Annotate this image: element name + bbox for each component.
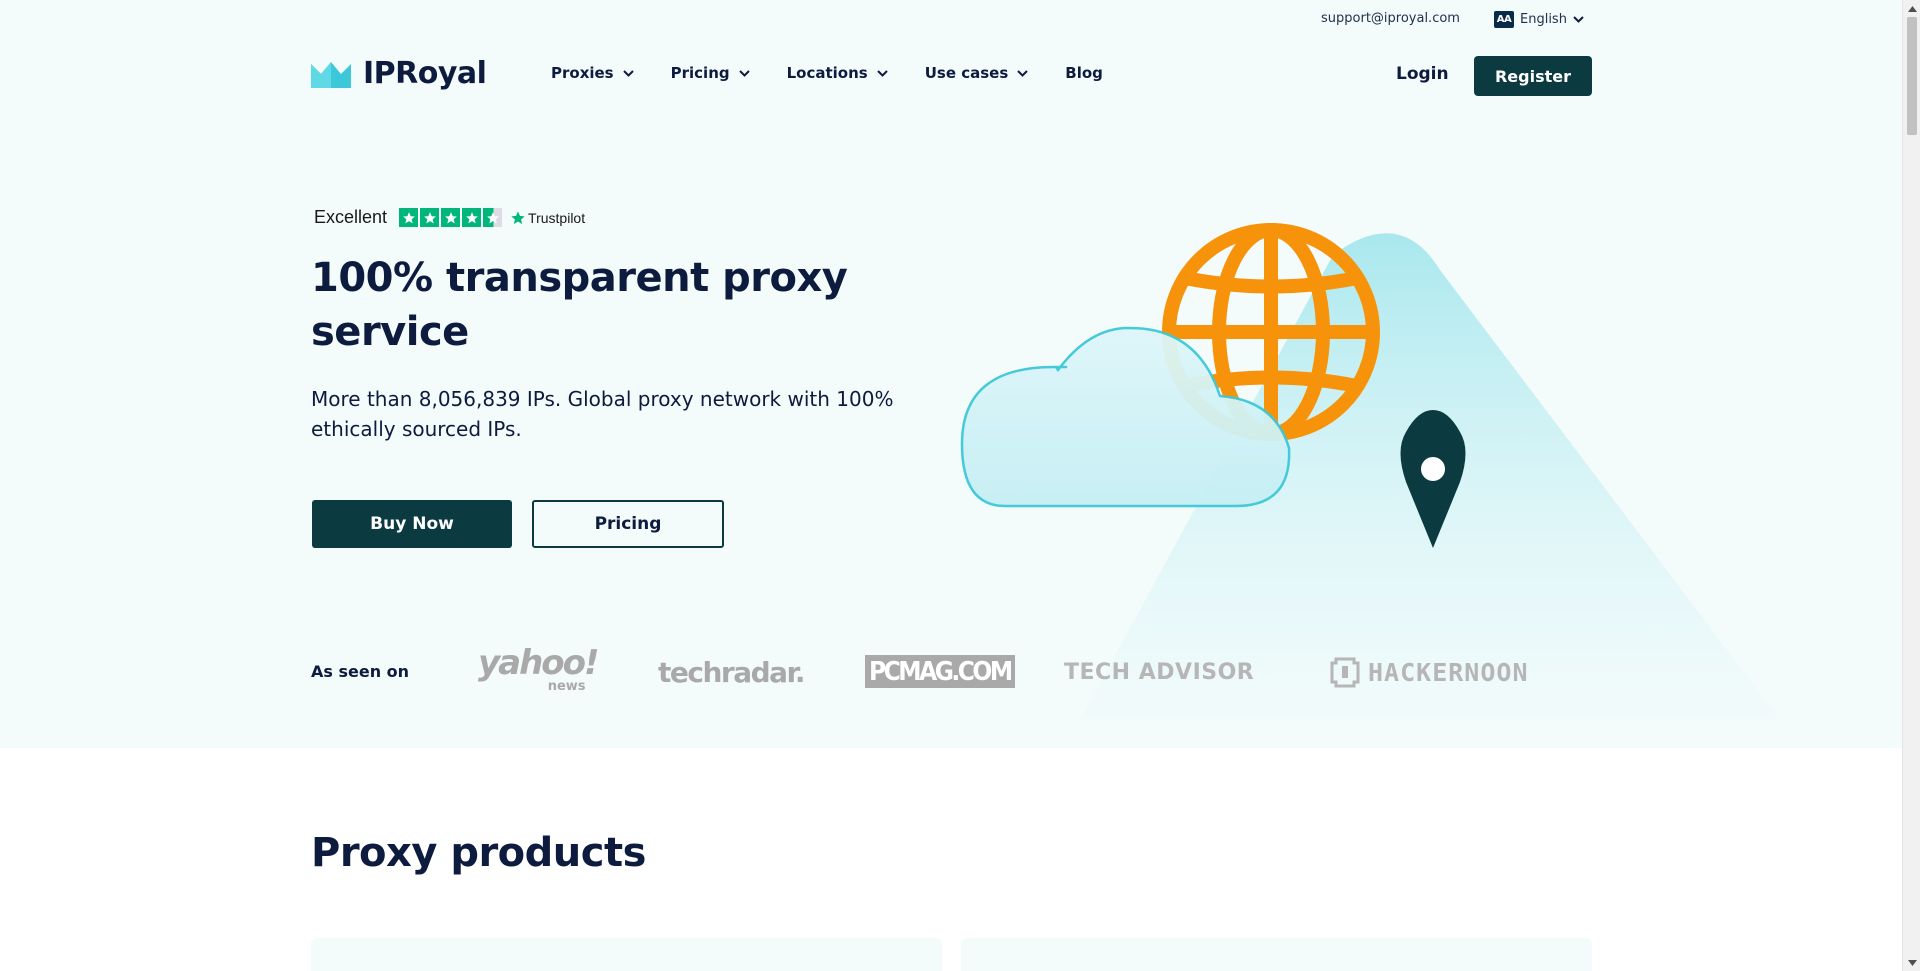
tech-advisor-logo: TECH ADVISOR xyxy=(1064,659,1255,685)
star-icon xyxy=(462,208,482,227)
page-scrollbar[interactable] xyxy=(1902,0,1920,971)
yahoo-news-logo: yahoo! news xyxy=(478,643,600,694)
main-nav: Proxies Pricing Locations Use cases Blog xyxy=(551,64,1103,82)
trustpilot-logo: Trustpilot xyxy=(510,210,585,226)
chevron-down-icon xyxy=(622,69,634,77)
buy-now-button[interactable]: Buy Now xyxy=(312,500,512,548)
techradar-logo: techradar. xyxy=(658,655,806,689)
nav-label: Use cases xyxy=(924,64,1009,82)
product-card[interactable] xyxy=(311,938,942,971)
scroll-up-arrow-icon[interactable] xyxy=(1903,0,1920,17)
language-icon: AA xyxy=(1494,11,1514,28)
nav-use-cases[interactable]: Use cases xyxy=(925,64,1029,82)
nav-proxies[interactable]: Proxies xyxy=(551,64,634,82)
nav-label: Pricing xyxy=(670,64,730,82)
hackernoon-logo-text: HACKERNOON xyxy=(1368,657,1529,687)
hackernoon-logo: HACKERNOON xyxy=(1330,650,1529,694)
support-email-link[interactable]: support@iproyal.com xyxy=(1321,11,1460,26)
pricing-button[interactable]: Pricing xyxy=(532,500,724,548)
login-link[interactable]: Login xyxy=(1396,64,1449,84)
hackernoon-helmet-icon xyxy=(1330,657,1360,688)
yahoo-logo-text: yahoo! xyxy=(478,643,600,683)
cloud-icon xyxy=(960,326,1291,508)
nav-label: Locations xyxy=(786,64,868,82)
pcmag-logo: PCMAG.COM xyxy=(865,655,1015,688)
page: support@iproyal.com AA English IPRoyal P… xyxy=(0,0,1902,971)
trustpilot-rating-text: Excellent xyxy=(314,207,388,227)
scrollbar-thumb[interactable] xyxy=(1907,17,1917,135)
chevron-down-icon xyxy=(877,69,888,77)
language-selector[interactable]: AA English xyxy=(1494,11,1584,28)
star-icon xyxy=(420,208,440,227)
chevron-down-icon xyxy=(1017,69,1028,77)
nav-locations[interactable]: Locations xyxy=(787,64,888,82)
chevron-down-icon xyxy=(738,69,750,77)
section-title: Proxy products xyxy=(311,830,646,876)
hero-title: 100% transparent proxy service xyxy=(311,255,848,355)
trustpilot-star-icon xyxy=(511,210,525,224)
nav-label: Proxies xyxy=(551,64,614,82)
trustpilot-brand-text: Trustpilot xyxy=(528,209,586,226)
register-button[interactable]: Register xyxy=(1474,56,1592,96)
trustpilot-widget[interactable]: Excellent Trustpilot xyxy=(314,207,585,228)
product-card[interactable] xyxy=(961,938,1592,971)
nav-blog[interactable]: Blog xyxy=(1065,64,1103,82)
trustpilot-stars xyxy=(399,208,503,227)
logo-text: IPRoyal xyxy=(363,56,487,91)
chevron-down-icon xyxy=(1573,16,1584,23)
nav-pricing[interactable]: Pricing xyxy=(671,64,750,82)
star-icon xyxy=(441,208,461,227)
yahoo-logo-subtext: news xyxy=(547,679,586,694)
crown-logo-icon xyxy=(311,61,351,88)
star-icon xyxy=(399,208,419,227)
as-seen-on-label: As seen on xyxy=(311,662,410,681)
nav-label: Blog xyxy=(1065,64,1103,82)
half-star-icon xyxy=(483,208,503,227)
logo[interactable]: IPRoyal xyxy=(311,56,487,91)
language-label: English xyxy=(1520,12,1567,27)
scroll-down-arrow-icon[interactable] xyxy=(1903,954,1920,971)
hero-subtitle: More than 8,056,839 IPs. Global proxy ne… xyxy=(311,387,894,441)
